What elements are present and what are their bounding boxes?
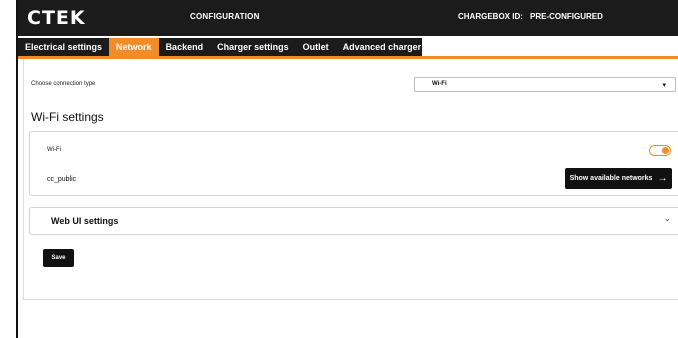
chargebox-id-value: PRE-CONFIGURED	[530, 12, 603, 21]
chevron-down-icon[interactable]: ⌄	[664, 214, 671, 223]
chargebox-id-label: CHARGEBOX ID:	[458, 12, 523, 21]
connection-type-label: Choose connection type	[31, 81, 96, 87]
arrow-right-icon: →	[657, 172, 668, 184]
tab-backend[interactable]: Backend	[159, 38, 211, 56]
connection-type-select[interactable]: Wi-Fi ▾	[414, 77, 676, 92]
wifi-settings-title: Wi-Fi settings	[31, 110, 104, 124]
page-title: CONFIGURATION	[190, 12, 260, 21]
ctek-logo: CTEK	[27, 7, 86, 29]
connection-type-value: Wi-Fi	[432, 81, 447, 87]
tab-network[interactable]: Network	[109, 38, 159, 56]
tab-bar: Electrical settings Network Backend Char…	[18, 38, 458, 56]
toggle-knob	[662, 147, 669, 154]
tab-electrical-settings[interactable]: Electrical settings	[18, 38, 109, 56]
wifi-toggle[interactable]	[649, 145, 671, 156]
tab-outlet[interactable]: Outlet	[296, 38, 336, 56]
show-networks-label: Show available networks	[569, 175, 653, 182]
wifi-toggle-label: Wi-Fi	[47, 147, 61, 153]
tab-charger-settings[interactable]: Charger settings	[210, 38, 296, 56]
page-left-margin	[0, 0, 16, 338]
tab-underline	[18, 56, 678, 59]
show-networks-button[interactable]: Show available networks →	[565, 168, 672, 189]
tab-advanced-charger-settings[interactable]: Advanced charger settings	[336, 38, 466, 56]
save-button[interactable]: Save	[43, 249, 74, 267]
webui-settings-title: Web UI settings	[51, 216, 119, 226]
webui-settings-accordion[interactable]	[29, 207, 678, 235]
chevron-down-icon: ▾	[662, 82, 666, 89]
top-bar: CTEK CONFIGURATION CHARGEBOX ID: PRE-CON…	[18, 0, 678, 36]
wifi-ssid: cc_public	[47, 176, 77, 183]
